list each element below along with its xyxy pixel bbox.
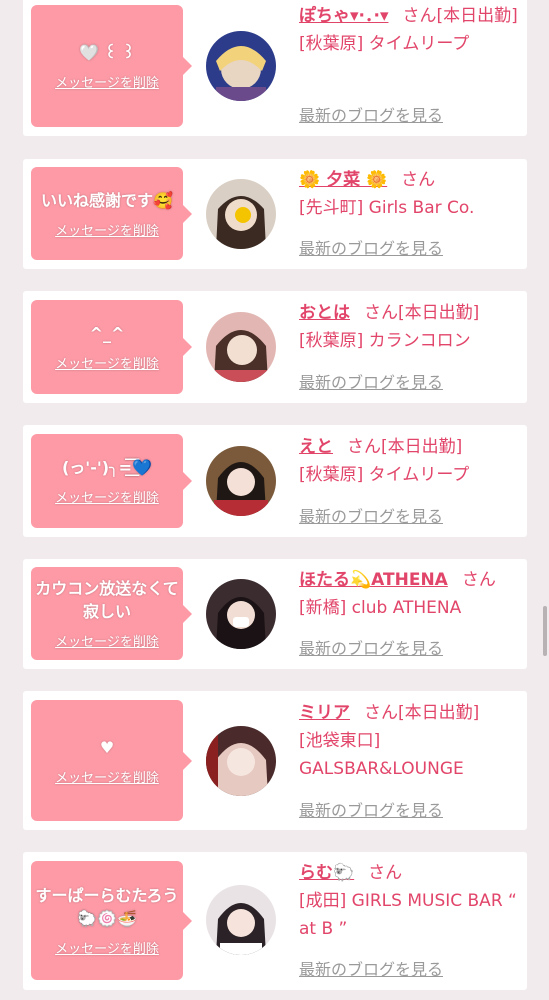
message-card: 🤍 ꒰ ꒱ メッセージを削除 ぽちゃ▾·．·▾ さん[本日出勤] [秋葉原] タイ… [23,0,527,136]
honorific: さん [368,863,403,883]
honorific: さん [461,570,496,590]
message-card: ♥ メッセージを削除 ミリア さん[本日出勤] [池袋東口] GALSBAR&LO… [23,691,527,830]
cast-name-link[interactable]: おとは [299,303,350,323]
status-badge: [本日出勤] [436,6,518,26]
honorific: さん [364,703,398,723]
avatar[interactable] [206,31,276,101]
delete-message-link[interactable]: メッセージを削除 [55,220,159,239]
cast-name-link[interactable]: ミリア [299,703,350,723]
message-text: カウコン放送なくて寂しい [35,579,179,621]
message-bubble: カウコン放送なくて寂しい メッセージを削除 [31,567,192,660]
shop-info: [秋葉原] タイムリープ [299,465,470,485]
cast-name-link[interactable]: らむ🐑 [299,863,354,883]
cast-info: 🌼 夕菜 🌼 さん [先斗町] Girls Bar Co. [299,166,521,222]
blog-link[interactable]: 最新のブログを見る [299,956,443,980]
delete-message-link[interactable]: メッセージを削除 [55,631,159,650]
shop-info: [新橋] club ATHENA [299,598,462,618]
honorific: さん [364,303,398,323]
message-bubble: 🤍 ꒰ ꒱ メッセージを削除 [31,5,192,127]
message-card: ^_^ メッセージを削除 おとは さん[本日出勤] [秋葉原] カランコロン 最新… [23,291,527,403]
message-card: いいね感謝です🥰 メッセージを削除 🌼 夕菜 🌼 さん [先斗町] Girls B… [23,159,527,269]
scrollbar[interactable] [543,606,547,656]
message-bubble: ^_^ メッセージを削除 [31,300,192,394]
status-badge: [本日出勤] [381,437,463,457]
cast-info: らむ🐑 さん [成田] GIRLS MUSIC BAR “ at B ” [299,859,521,943]
cast-name-link[interactable]: 🌼 夕菜 🌼 [299,170,387,190]
message-text: ^_^ [89,324,125,343]
message-text: (っ'-')╮=͟͟͞͞💙 [61,458,153,477]
shop-info: [秋葉原] タイムリープ [299,34,470,54]
blog-link[interactable]: 最新のブログを見る [299,797,443,821]
honorific: さん [401,170,436,190]
cast-info: ぽちゃ▾·．·▾ さん[本日出勤] [秋葉原] タイムリープ [299,2,521,58]
cast-name-link[interactable]: ぽちゃ▾·．·▾ [299,6,388,26]
message-bubble: (っ'-')╮=͟͟͞͞💙 メッセージを削除 [31,434,192,528]
cast-info: ミリア さん[本日出勤] [池袋東口] GALSBAR&LOUNGE [299,699,521,783]
status-badge: [本日出勤] [398,703,480,723]
blog-link[interactable]: 最新のブログを見る [299,503,443,527]
message-text: すーぱーらむたろう🐑🍥🍜 [35,886,179,928]
delete-message-link[interactable]: メッセージを削除 [55,487,159,506]
message-card: すーぱーらむたろう🐑🍥🍜 メッセージを削除 らむ🐑 さん [成田] GIRLS M… [23,852,527,990]
cast-info: えと さん[本日出勤] [秋葉原] タイムリープ [299,433,521,489]
message-bubble: ♥ メッセージを削除 [31,700,192,821]
shop-info: [池袋東口] GALSBAR&LOUNGE [299,731,464,779]
cast-info: おとは さん[本日出勤] [秋葉原] カランコロン [299,299,521,355]
message-text: いいね感謝です🥰 [41,190,173,210]
shop-info: [成田] GIRLS MUSIC BAR “ at B ” [299,891,517,939]
blog-link[interactable]: 最新のブログを見る [299,635,443,659]
cast-info: ほたる💫ATHENA さん [新橋] club ATHENA [299,566,521,622]
message-bubble: いいね感謝です🥰 メッセージを削除 [31,167,192,260]
message-text: ♥ [99,737,115,757]
message-card: (っ'-')╮=͟͟͞͞💙 メッセージを削除 えと さん[本日出勤] [秋葉原] … [23,425,527,537]
blog-link[interactable]: 最新のブログを見る [299,369,443,393]
delete-message-link[interactable]: メッセージを削除 [55,353,159,372]
message-card: カウコン放送なくて寂しい メッセージを削除 ほたる💫ATHENA さん [新橋] … [23,559,527,669]
avatar[interactable] [206,726,276,796]
avatar[interactable] [206,179,276,249]
cast-name-link[interactable]: ほたる💫ATHENA [299,570,448,590]
delete-message-link[interactable]: メッセージを削除 [55,72,159,91]
shop-info: [秋葉原] カランコロン [299,331,471,351]
message-bubble: すーぱーらむたろう🐑🍥🍜 メッセージを削除 [31,861,192,980]
avatar[interactable] [206,312,276,382]
message-text: 🤍 ꒰ ꒱ [78,43,136,62]
blog-link[interactable]: 最新のブログを見る [299,102,443,126]
cast-name-link[interactable]: えと [299,437,333,457]
status-badge: [本日出勤] [398,303,480,323]
honorific: さん [347,437,381,457]
avatar[interactable] [206,446,276,516]
shop-info: [先斗町] Girls Bar Co. [299,198,475,218]
blog-link[interactable]: 最新のブログを見る [299,235,443,259]
delete-message-link[interactable]: メッセージを削除 [55,767,159,786]
avatar[interactable] [206,885,276,955]
delete-message-link[interactable]: メッセージを削除 [55,938,159,957]
avatar[interactable] [206,579,276,649]
honorific: さん [402,6,437,26]
